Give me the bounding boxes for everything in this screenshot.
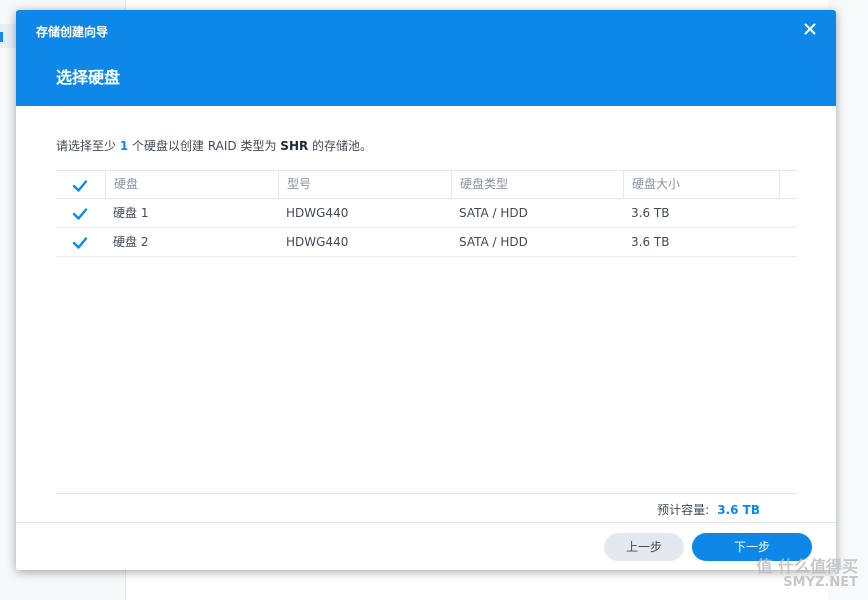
estimated-capacity: 预计容量: 3.6 TB	[657, 501, 760, 518]
close-icon	[804, 23, 816, 35]
cell-model: HDWG440	[286, 235, 349, 249]
watermark-line2: SMYZ.NET	[783, 575, 858, 590]
dialog-header: 存储创建向导 选择硬盘	[16, 10, 836, 106]
row-checkbox[interactable]	[72, 206, 88, 220]
table-row[interactable]: 硬盘 2 HDWG440 SATA / HDD 3.6 TB	[56, 228, 797, 257]
checkbox-checked-icon	[72, 237, 88, 249]
background-sidebar-indicator	[0, 32, 3, 42]
instruction-count: 1	[119, 139, 129, 153]
instruction-suffix: 的存储池。	[308, 139, 373, 153]
capacity-label: 预计容量:	[657, 503, 710, 517]
instruction-raid-type: SHR	[280, 139, 309, 153]
previous-button[interactable]: 上一步	[604, 533, 684, 561]
instruction-middle: 个硬盘以创建 RAID 类型为	[128, 139, 281, 153]
column-header-type[interactable]: 硬盘类型	[451, 171, 623, 199]
cell-size: 3.6 TB	[631, 206, 670, 220]
checkbox-checked-icon	[72, 208, 88, 220]
divider	[56, 493, 797, 494]
table-header: 硬盘 型号 硬盘类型 硬盘大小	[56, 170, 797, 199]
cell-disk: 硬盘 2	[113, 235, 149, 249]
watermark-line1: 值 什么值得买	[756, 557, 858, 576]
instruction-text: 请选择至少 1 个硬盘以创建 RAID 类型为 SHR 的存储池。	[56, 137, 372, 154]
watermark: 值 什么值得买 SMYZ.NET	[756, 553, 858, 590]
instruction-prefix: 请选择至少	[56, 139, 120, 153]
step-title: 选择硬盘	[56, 68, 121, 87]
row-checkbox[interactable]	[72, 235, 88, 249]
column-header-extra	[779, 171, 797, 199]
close-button[interactable]	[802, 21, 818, 37]
wizard-title: 存储创建向导	[36, 25, 109, 39]
capacity-value: 3.6 TB	[717, 503, 760, 517]
storage-wizard-dialog: 存储创建向导 选择硬盘 请选择至少 1 个硬盘以创建 RAID 类型为 SHR …	[16, 10, 836, 570]
cell-size: 3.6 TB	[631, 235, 670, 249]
dialog-footer: 上一步 下一步	[16, 522, 836, 570]
column-header-size[interactable]: 硬盘大小	[623, 171, 779, 199]
select-all-checkbox[interactable]	[72, 178, 88, 192]
table-row[interactable]: 硬盘 1 HDWG440 SATA / HDD 3.6 TB	[56, 199, 797, 228]
cell-type: SATA / HDD	[459, 235, 528, 249]
column-header-model[interactable]: 型号	[278, 171, 451, 199]
cell-model: HDWG440	[286, 206, 349, 220]
checkbox-checked-icon	[72, 180, 88, 192]
disk-table: 硬盘 型号 硬盘类型 硬盘大小 硬盘 1 HDWG440 SATA / HDD …	[56, 170, 797, 257]
cell-type: SATA / HDD	[459, 206, 528, 220]
column-header-disk[interactable]: 硬盘	[105, 171, 278, 199]
cell-disk: 硬盘 1	[113, 206, 149, 220]
